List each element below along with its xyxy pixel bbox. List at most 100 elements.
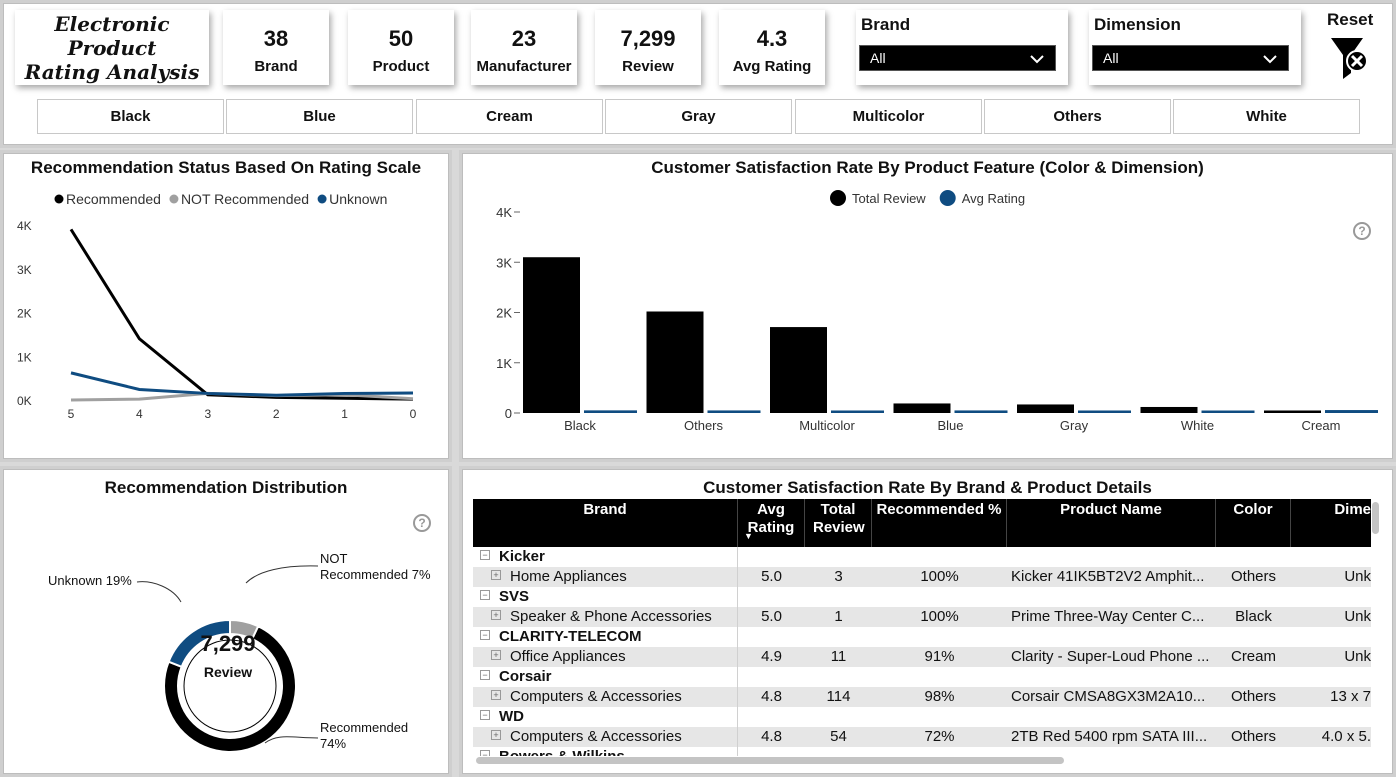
bar-total-review bbox=[523, 257, 580, 413]
color-button-cream[interactable]: Cream bbox=[416, 99, 603, 134]
avg-rating-cell: 4.8 bbox=[761, 688, 782, 705]
vertical-scrollbar[interactable] bbox=[1372, 500, 1380, 756]
color-button-gray[interactable]: Gray bbox=[605, 99, 792, 134]
donut-panel: Recommendation Distribution ? 7,299 Revi… bbox=[0, 466, 452, 777]
collapse-icon[interactable]: − bbox=[480, 630, 490, 640]
category-cell: Speaker & Phone Accessories bbox=[510, 608, 712, 625]
color-cell: Others bbox=[1230, 688, 1276, 705]
dimension-slicer: Dimension All bbox=[1089, 10, 1301, 85]
donut-title: Recommendation Distribution bbox=[104, 478, 348, 497]
brand-dropdown-value: All bbox=[870, 50, 886, 66]
kpi-label: Manufacturer bbox=[476, 58, 572, 75]
expand-icon[interactable]: + bbox=[491, 730, 501, 740]
table-group-row[interactable]: − CLARITY-TELECOM bbox=[473, 627, 1371, 647]
color-button-black[interactable]: Black bbox=[37, 99, 224, 134]
avg-rating-cell: 4.8 bbox=[761, 728, 782, 745]
col-product-name[interactable]: Product Name bbox=[1007, 499, 1216, 547]
collapse-icon[interactable]: − bbox=[480, 550, 490, 560]
bar-chart-title: Customer Satisfaction Rate By Product Fe… bbox=[651, 158, 1204, 177]
reset-filter-button[interactable] bbox=[1327, 35, 1375, 83]
product-name-cell: Clarity - Super-Loud Phone ... bbox=[1011, 648, 1210, 665]
col-color[interactable]: Color bbox=[1216, 499, 1291, 547]
table-row[interactable]: + Computers & Accessories 4.8 54 72% 2TB Red … bbox=[473, 727, 1371, 747]
table-group-row[interactable]: − Kicker bbox=[473, 547, 1371, 567]
bar-chart-panel: Customer Satisfaction Rate By Product Fe… bbox=[459, 150, 1396, 462]
color-button-label: Blue bbox=[303, 108, 336, 125]
color-button-multicolor[interactable]: Multicolor bbox=[795, 99, 982, 134]
total-review-cell: 54 bbox=[830, 728, 847, 745]
brand-name: CLARITY-TELECOM bbox=[499, 628, 642, 645]
leader-line-not-recommended bbox=[245, 565, 319, 584]
legend-label: Recommended bbox=[66, 191, 161, 207]
table-row[interactable]: + Computers & Accessories 4.8 114 98% Corsair… bbox=[473, 687, 1371, 707]
y-tick-label: 2K bbox=[496, 306, 512, 321]
legend-label: Avg Rating bbox=[962, 191, 1025, 206]
donut-center-label: Review bbox=[203, 664, 253, 680]
kpi-card-manufacturer: 23 Manufacturer bbox=[471, 10, 577, 85]
dimension-cell: Unk bbox=[1344, 608, 1371, 625]
kpi-value: 38 bbox=[263, 26, 289, 51]
table-row[interactable]: + Speaker & Phone Accessories 5.0 1 100% Prim… bbox=[473, 607, 1371, 627]
col-brand[interactable]: Brand bbox=[473, 499, 738, 547]
bar-total-review bbox=[770, 327, 827, 413]
x-tick-label: Blue bbox=[937, 418, 963, 433]
table-group-row[interactable]: − Bowers & Wilkins bbox=[473, 747, 1371, 756]
col-dimension[interactable]: Dime bbox=[1291, 499, 1371, 547]
table-group-row[interactable]: − Corsair bbox=[473, 667, 1371, 687]
total-review-cell: 114 bbox=[826, 688, 851, 705]
brand-name: Bowers & Wilkins bbox=[499, 748, 625, 756]
dimension-cell: 13 x 7 bbox=[1330, 688, 1371, 705]
x-tick-label: Multicolor bbox=[799, 418, 855, 433]
dimension-cell: 4.0 x 5. bbox=[1321, 728, 1371, 745]
table-row[interactable]: + Office Appliances 4.9 11 91% Clarity - Supe… bbox=[473, 647, 1371, 667]
dimension-dropdown[interactable]: All bbox=[1092, 45, 1289, 71]
dimension-cell: Unk bbox=[1344, 648, 1371, 665]
kpi-card-review: 7,299 Review bbox=[595, 10, 701, 85]
color-cell: Others bbox=[1230, 568, 1276, 585]
brand-name: SVS bbox=[499, 588, 530, 605]
kpi-label: Product bbox=[372, 58, 430, 75]
collapse-icon[interactable]: − bbox=[480, 590, 490, 600]
collapse-icon[interactable]: − bbox=[480, 750, 490, 756]
color-cell: Black bbox=[1235, 608, 1272, 625]
x-tick-label: 3 bbox=[204, 407, 211, 421]
kpi-card-brand: 38 Brand bbox=[223, 10, 329, 85]
table-header: Brand Avg Rating ▼ Total Review Recommen… bbox=[473, 499, 1371, 547]
color-button-label: Multicolor bbox=[852, 108, 925, 125]
category-cell: Computers & Accessories bbox=[510, 728, 682, 745]
y-tick-label: 0 bbox=[505, 406, 512, 421]
expand-icon[interactable]: + bbox=[491, 610, 501, 620]
expand-icon[interactable]: + bbox=[491, 650, 501, 660]
table-group-row[interactable]: − SVS bbox=[473, 587, 1371, 607]
col-total-review[interactable]: Total Review bbox=[805, 499, 872, 547]
col-recommended[interactable]: Recommended % bbox=[872, 499, 1007, 547]
dimension-slicer-label: Dimension bbox=[1094, 15, 1181, 34]
color-button-label: Others bbox=[1053, 108, 1102, 125]
collapse-icon[interactable]: − bbox=[480, 710, 490, 720]
color-button-white[interactable]: White bbox=[1173, 99, 1360, 134]
brand-dropdown[interactable]: All bbox=[859, 45, 1056, 71]
expand-icon[interactable]: + bbox=[491, 690, 501, 700]
total-review-cell: 1 bbox=[834, 608, 843, 625]
collapse-icon[interactable]: − bbox=[480, 670, 490, 680]
recommended-cell: 100% bbox=[920, 568, 959, 585]
table-row[interactable]: + Home Appliances 5.0 3 100% Kicker 41IK5BT2V… bbox=[473, 567, 1371, 587]
horizontal-scrollbar-thumb[interactable] bbox=[476, 757, 1064, 764]
color-button-blue[interactable]: Blue bbox=[226, 99, 413, 134]
kpi-value: 7,299 bbox=[620, 26, 676, 51]
expand-icon[interactable]: + bbox=[491, 570, 501, 580]
bar-avg-rating bbox=[1325, 410, 1378, 413]
color-button-others[interactable]: Others bbox=[984, 99, 1171, 134]
line-chart: Recommended NOT Recommended Unknown 4K 3K 2K 1… bbox=[17, 191, 417, 421]
avg-rating-cell: 5.0 bbox=[761, 608, 782, 625]
brand-slicer: Brand All bbox=[856, 10, 1068, 85]
dimension-cell: Unk bbox=[1344, 568, 1371, 585]
donut-label-recommended: Recommended 74% bbox=[320, 720, 408, 752]
bar-avg-rating bbox=[584, 410, 637, 413]
color-button-label: Black bbox=[110, 108, 151, 125]
recommended-cell: 98% bbox=[924, 688, 955, 705]
col-avg-rating[interactable]: Avg Rating ▼ bbox=[738, 499, 805, 547]
vertical-scrollbar-thumb[interactable] bbox=[1372, 502, 1379, 534]
horizontal-scrollbar[interactable] bbox=[473, 757, 1371, 765]
table-group-row[interactable]: − WD bbox=[473, 707, 1371, 727]
